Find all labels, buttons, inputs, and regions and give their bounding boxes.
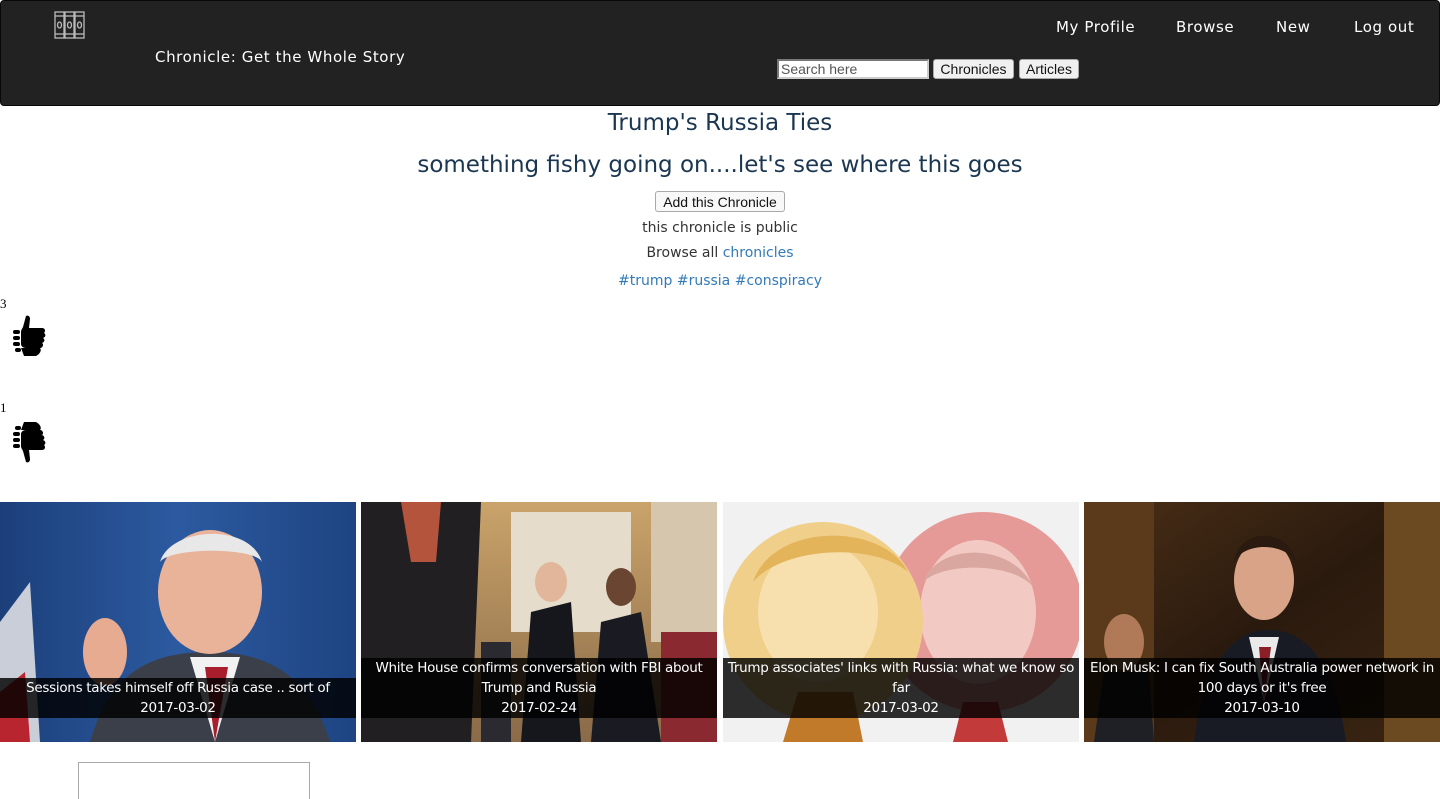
visibility-status: this chronicle is public: [642, 220, 798, 236]
article-date-4: 2017-03-10: [1224, 700, 1300, 716]
article-title-1: Sessions takes himself off Russia case .…: [26, 680, 330, 696]
article-card-4[interactable]: Elon Musk: I can fix South Australia pow…: [1084, 502, 1440, 742]
search-input[interactable]: [777, 59, 929, 79]
search-articles-button[interactable]: Articles: [1019, 59, 1079, 79]
browse-all-line: Browse all chronicles: [0, 245, 1440, 261]
article-date-2: 2017-02-24: [501, 700, 577, 716]
article-date-1: 2017-03-02: [140, 700, 216, 716]
browse-prefix: Browse all: [646, 245, 723, 261]
article-caption-3: Trump associates' links with Russia: wha…: [723, 658, 1079, 718]
nav-my-profile[interactable]: My Profile: [1056, 18, 1135, 36]
thumbs-down-icon[interactable]: [12, 418, 48, 464]
bookshelf-logo-icon[interactable]: [53, 10, 87, 40]
downvote-count: 1: [0, 400, 7, 415]
article-card-1[interactable]: Sessions takes himself off Russia case .…: [0, 502, 356, 742]
tag-russia[interactable]: #russia: [677, 273, 730, 289]
article-caption-4: Elon Musk: I can fix South Australia pow…: [1084, 658, 1440, 718]
article-card-2[interactable]: White House confirms conversation with F…: [361, 502, 717, 742]
article-caption-2: White House confirms conversation with F…: [361, 658, 717, 718]
top-navbar: Chronicle: Get the Whole Story My Profil…: [0, 0, 1440, 106]
article-title-3: Trump associates' links with Russia: wha…: [727, 660, 1075, 696]
add-chronicle-button[interactable]: Add this Chronicle: [655, 191, 785, 212]
article-date-3: 2017-03-02: [863, 700, 939, 716]
search-chronicles-button[interactable]: Chronicles: [933, 59, 1014, 79]
comment-textarea[interactable]: [78, 762, 310, 799]
nav-new[interactable]: New: [1276, 18, 1311, 36]
article-title-4: Elon Musk: I can fix South Australia pow…: [1090, 660, 1434, 696]
tag-conspiracy[interactable]: #conspiracy: [735, 273, 822, 289]
article-card-3[interactable]: Trump associates' links with Russia: wha…: [723, 502, 1079, 742]
nav-log-out[interactable]: Log out: [1354, 18, 1414, 36]
tag-list: #trump #russia #conspiracy: [0, 273, 1440, 289]
chronicle-title: Trump's Russia Ties: [607, 110, 833, 136]
thumbs-up-icon[interactable]: [12, 314, 48, 360]
nav-browse[interactable]: Browse: [1176, 18, 1234, 36]
tag-trump[interactable]: #trump: [618, 273, 672, 289]
article-title-2: White House confirms conversation with F…: [375, 660, 703, 696]
upvote-count: 3: [0, 296, 7, 311]
browse-chronicles-link[interactable]: chronicles: [723, 245, 794, 261]
article-caption-1: Sessions takes himself off Russia case .…: [0, 678, 356, 718]
brand-title[interactable]: Chronicle: Get the Whole Story: [155, 48, 405, 66]
chronicle-description: something fishy going on....let's see wh…: [417, 152, 1023, 178]
